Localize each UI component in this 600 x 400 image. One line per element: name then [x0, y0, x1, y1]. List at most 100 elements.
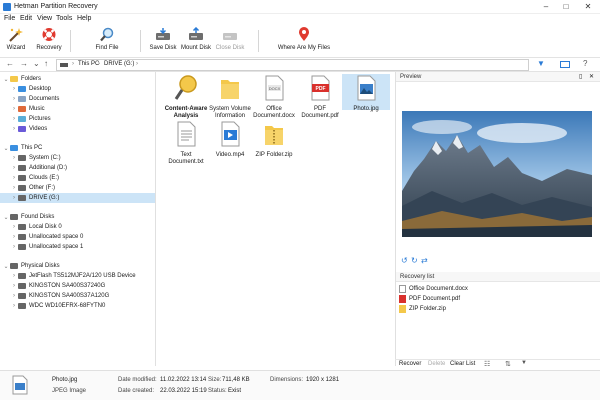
drive-icon — [18, 234, 26, 240]
close-icon[interactable]: ✕ — [589, 73, 594, 80]
tree-physical-disks[interactable]: ⌄ Physical Disks — [0, 261, 155, 271]
back-arrow-icon[interactable]: ← — [6, 59, 14, 68]
drive-icon — [18, 293, 26, 299]
filter-icon[interactable]: ▼ — [537, 59, 545, 68]
drive-icon — [18, 303, 26, 309]
rotate-right-icon[interactable]: ↻ — [411, 256, 418, 265]
recovery-list-header: Recovery list — [396, 272, 600, 282]
menu-file[interactable]: File — [4, 15, 15, 22]
tree-item-drive-c[interactable]: › System (C:) — [0, 153, 155, 163]
file-item-photo[interactable]: Photo.jpg — [342, 74, 390, 112]
flip-icon[interactable]: ⇄ — [421, 256, 428, 265]
tree-item-physical-disk[interactable]: › WDC WD10EFRX-68FYTN0 — [0, 301, 155, 311]
file-item-text-document[interactable]: Text Document.txt — [162, 120, 210, 166]
tree-item-physical-disk[interactable]: › KINGSTON SA400S37240G — [0, 281, 155, 291]
close-button[interactable]: ✕ — [578, 0, 598, 14]
breadcrumb-this-pc[interactable]: This PC — [78, 61, 99, 67]
docx-file-icon: DOCX — [265, 75, 284, 101]
docx-tag: DOCX — [269, 86, 281, 91]
pin-icon[interactable]: ▯ — [579, 73, 582, 80]
save-disk-button[interactable]: Save Disk — [148, 27, 178, 56]
tree-item-videos[interactable]: › Videos — [0, 124, 155, 134]
status-status-label: Status: — [208, 388, 227, 394]
tree-item-drive-e[interactable]: › Clouds (E:) — [0, 173, 155, 183]
tree-item-found-disk[interactable]: › Unallocated space 0 — [0, 232, 155, 242]
toolbar-separator — [140, 30, 141, 52]
where-are-my-files-button[interactable]: Where Are My Files — [276, 27, 332, 56]
drive-icon — [18, 273, 26, 279]
up-arrow-icon[interactable]: ↑ — [44, 59, 48, 68]
tree-this-pc[interactable]: ⌄ This PC — [0, 143, 155, 153]
recovery-list-item[interactable]: PDF Document.pdf — [399, 294, 600, 304]
find-file-button[interactable]: Find File — [92, 27, 122, 56]
location-pin-icon — [299, 27, 309, 41]
computer-icon — [10, 145, 18, 151]
file-item-system-volume-information[interactable]: System Volume Information — [206, 74, 254, 120]
recover-button[interactable]: Recover — [399, 361, 421, 367]
forward-arrow-icon[interactable]: → — [20, 59, 28, 68]
chevron-down-icon[interactable]: ▼ — [521, 360, 527, 366]
help-icon[interactable]: ? — [583, 59, 587, 68]
tree-item-physical-disk[interactable]: › KINGSTON SA400S37A120G — [0, 291, 155, 301]
recovery-list-item[interactable]: Office Document.docx — [399, 284, 600, 294]
file-item-office-document[interactable]: DOCX Office Document.docx — [250, 74, 298, 120]
menu-view[interactable]: View — [37, 15, 52, 22]
tree-item-found-disk[interactable]: › Local Disk 0 — [0, 222, 155, 232]
tree-found-disks[interactable]: ⌄ Found Disks — [0, 212, 155, 222]
drive-icon — [18, 195, 26, 201]
sort-icon[interactable]: ⇅ — [505, 360, 511, 368]
menu-edit[interactable]: Edit — [20, 15, 32, 22]
magnifier-icon — [174, 75, 197, 100]
app-logo-icon — [3, 3, 11, 11]
tree-item-desktop[interactable]: › Desktop — [0, 84, 155, 94]
magnifier-icon — [100, 27, 114, 42]
drive-icon — [18, 155, 26, 161]
status-size-label: Size: — [208, 377, 222, 383]
recovery-list-panel: Recovery list Office Document.docx PDF D… — [395, 272, 600, 366]
documents-icon — [18, 96, 26, 102]
tree-item-pictures[interactable]: › Pictures — [0, 114, 155, 124]
status-filetype: JPEG Image — [52, 388, 87, 394]
maximize-button[interactable]: □ — [556, 0, 576, 14]
tree-item-drive-g[interactable]: › DRIVE (G:) — [0, 193, 155, 203]
image-file-icon — [12, 375, 28, 395]
tree-item-music[interactable]: › Music — [0, 104, 155, 114]
breadcrumb-drive[interactable]: DRIVE (G:) — [104, 61, 134, 67]
mount-disk-button[interactable]: Mount Disk — [180, 27, 212, 56]
menu-tools[interactable]: Tools — [56, 15, 72, 22]
tree-item-found-disk[interactable]: › Unallocated space 1 — [0, 242, 155, 252]
file-item-pdf-document[interactable]: PDF PDF Document.pdf — [296, 74, 344, 120]
tree-item-documents[interactable]: › Documents — [0, 94, 155, 104]
file-item-content-aware-analysis[interactable]: Content-Aware Analysis — [162, 74, 210, 120]
rotate-left-icon[interactable]: ↺ — [401, 256, 408, 265]
videos-icon — [18, 126, 26, 132]
minimize-button[interactable]: – — [536, 0, 556, 14]
list-view-icon[interactable]: ☷ — [484, 360, 490, 368]
status-dimensions-label: Dimensions: — [270, 377, 304, 383]
disk-icon — [10, 263, 18, 269]
file-item-zip-folder[interactable]: ZIP Folder.zip — [250, 120, 298, 159]
folder-icon — [10, 76, 18, 82]
save-disk-icon — [156, 28, 170, 40]
tree-item-drive-f[interactable]: › Other (F:) — [0, 183, 155, 193]
status-filename: Photo.jpg — [52, 377, 78, 383]
tree-folders[interactable]: ⌄ Folders — [0, 74, 155, 84]
recovery-list-item[interactable]: ZIP Folder.zip — [399, 304, 600, 314]
music-icon — [18, 106, 26, 112]
clear-list-button[interactable]: Clear List — [450, 361, 475, 367]
menu-help[interactable]: Help — [77, 15, 91, 22]
mount-disk-icon — [189, 27, 203, 40]
view-mode-icon[interactable] — [560, 61, 570, 68]
tree-item-physical-disk[interactable]: › JetFlash TS512MJF2A/120 USB Device — [0, 271, 155, 281]
chevron-down-icon[interactable]: ⌄ — [33, 59, 40, 68]
delete-button[interactable]: Delete — [428, 361, 445, 367]
file-item-video[interactable]: Video.mp4 — [206, 120, 254, 159]
tree-item-drive-d[interactable]: › Additional (D:) — [0, 163, 155, 173]
close-disk-button[interactable]: Close Disk — [214, 27, 246, 56]
wizard-button[interactable]: Wizard — [4, 27, 28, 56]
folder-tree: ⌄ Folders › Desktop › Documents › Music › Pic… — [0, 72, 156, 366]
recovery-button[interactable]: Recovery — [34, 27, 64, 56]
toolbar-separator — [258, 30, 259, 52]
drive-icon — [18, 185, 26, 191]
drive-icon — [18, 224, 26, 230]
